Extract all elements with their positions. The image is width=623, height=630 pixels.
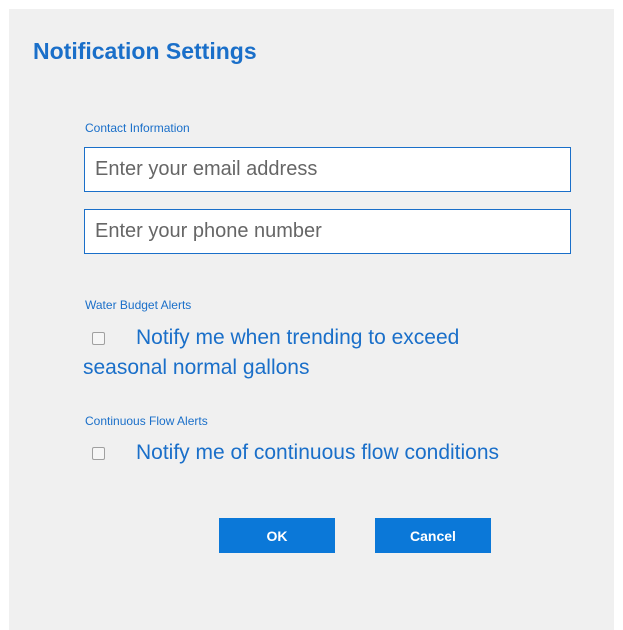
continuous-flow-checkbox[interactable]: [92, 447, 105, 460]
water-budget-checkbox-label-line2[interactable]: seasonal normal gallons: [83, 355, 309, 381]
dialog-title: Notification Settings: [33, 38, 257, 64]
continuous-flow-checkbox-label[interactable]: Notify me of continuous flow conditions: [136, 440, 499, 466]
water-budget-alerts-label: Water Budget Alerts: [85, 298, 192, 312]
contact-information-label: Contact Information: [85, 121, 190, 135]
notification-settings-dialog: Notification Settings Contact Informatio…: [9, 9, 614, 630]
cancel-button[interactable]: Cancel: [375, 518, 491, 553]
water-budget-checkbox-label-line1[interactable]: Notify me when trending to exceed: [136, 325, 459, 351]
phone-input[interactable]: [84, 209, 571, 254]
water-budget-checkbox[interactable]: [92, 332, 105, 345]
ok-button[interactable]: OK: [219, 518, 335, 553]
email-input[interactable]: [84, 147, 571, 192]
continuous-flow-alerts-label: Continuous Flow Alerts: [85, 414, 208, 428]
